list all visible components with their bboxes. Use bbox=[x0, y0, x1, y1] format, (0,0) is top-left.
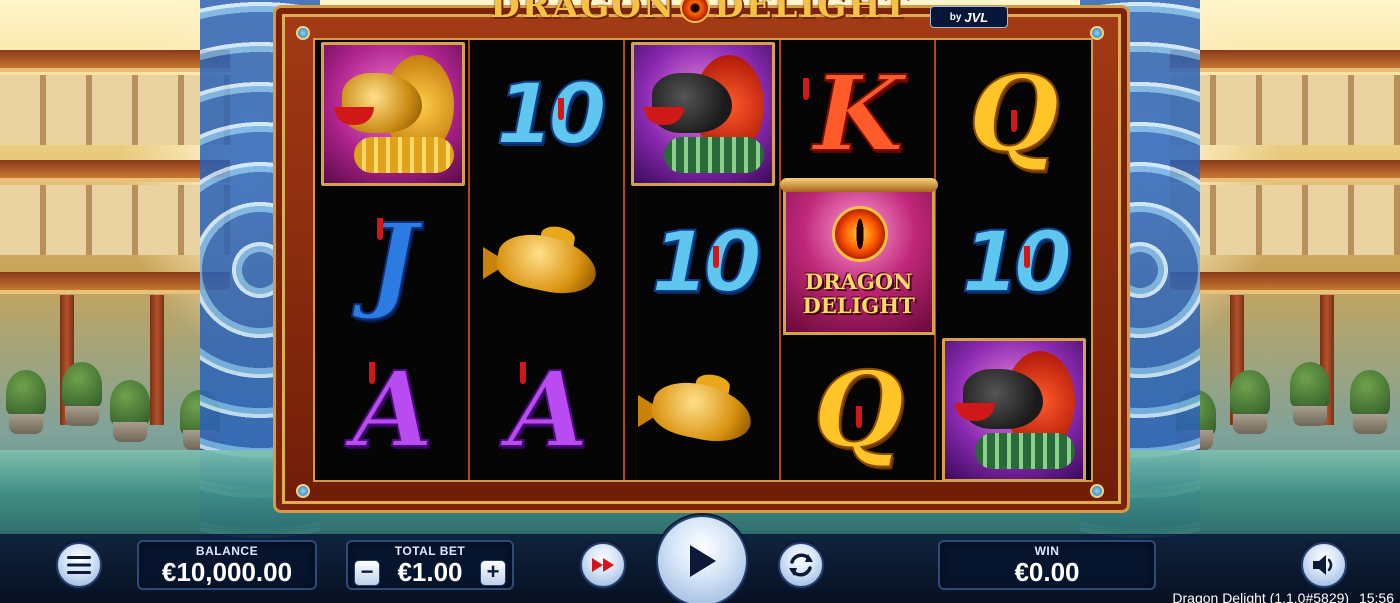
symbol-red-dragon bbox=[936, 336, 1092, 484]
symbol-ten: 10 bbox=[625, 188, 781, 336]
reel-5: Q 10 bbox=[936, 40, 1092, 482]
tassel-icon bbox=[802, 78, 809, 100]
sound-button[interactable] bbox=[1301, 542, 1347, 588]
game-version: Dragon Delight (1.1.0#5829) bbox=[1172, 590, 1350, 603]
symbol-a-letter: A bbox=[352, 348, 435, 471]
tassel-icon bbox=[369, 362, 375, 384]
tassel-icon bbox=[1023, 246, 1030, 268]
tassel-icon bbox=[520, 362, 527, 384]
reel-3: 10 bbox=[625, 40, 781, 480]
play-icon bbox=[690, 545, 716, 577]
reel-4: K DRAGON DELIGHT Q bbox=[779, 40, 938, 480]
symbol-k-letter: K bbox=[812, 52, 904, 175]
symbol-ten-text: 10 bbox=[650, 212, 763, 312]
symbol-ten-text: 10 bbox=[960, 212, 1073, 312]
logo-word-2: DELIGHT bbox=[714, 0, 910, 26]
increase-bet-button[interactable]: + bbox=[480, 560, 506, 586]
provider-badge: by JVL bbox=[930, 6, 1008, 28]
balance-label: BALANCE bbox=[195, 544, 259, 558]
frame-gem-icon bbox=[1090, 484, 1104, 498]
total-bet-label: TOTAL BET bbox=[394, 544, 466, 558]
symbol-ten-text: 10 bbox=[495, 64, 608, 164]
symbol-a: A bbox=[315, 336, 471, 484]
tassel-icon bbox=[1010, 110, 1017, 132]
game-logo: DRAGON DELIGHT bbox=[395, 0, 1005, 26]
symbol-j-letter: J bbox=[367, 200, 418, 323]
dragon-eye-icon bbox=[680, 0, 711, 23]
reel-grid: J A 10 A 10 K DRAGON DELIGHT Q Q 10 bbox=[313, 38, 1093, 482]
total-bet-panel: TOTAL BET €1.00 − + bbox=[346, 540, 514, 590]
symbol-red-dragon bbox=[625, 40, 781, 188]
frame-gem-icon bbox=[296, 484, 310, 498]
tassel-icon bbox=[713, 246, 720, 268]
frame-gem-icon bbox=[296, 26, 310, 40]
symbol-ten: 10 bbox=[470, 40, 626, 188]
red-dragon-icon bbox=[631, 42, 776, 186]
speaker-icon bbox=[1313, 555, 1333, 575]
symbol-ten: 10 bbox=[936, 188, 1092, 336]
reel-1: J A bbox=[315, 40, 471, 480]
golden-fish-icon bbox=[638, 372, 768, 449]
symbol-wild-dragon-delight: DRAGON DELIGHT bbox=[779, 178, 938, 335]
symbol-golden-fish bbox=[625, 336, 781, 484]
temple-left bbox=[0, 40, 230, 460]
temple-right bbox=[1170, 40, 1400, 460]
wild-tile: DRAGON DELIGHT bbox=[779, 178, 938, 335]
gold-dragon-icon bbox=[321, 42, 465, 186]
provider-prefix: by bbox=[949, 11, 962, 23]
hamburger-menu-icon bbox=[67, 556, 91, 574]
fast-spin-button[interactable] bbox=[580, 542, 626, 588]
tassel-icon bbox=[558, 98, 565, 120]
autoplay-button[interactable] bbox=[778, 542, 824, 588]
dragon-eye-icon bbox=[831, 206, 888, 262]
golden-fish-icon bbox=[483, 224, 613, 301]
win-panel: WIN €0.00 bbox=[938, 540, 1156, 590]
symbol-a: A bbox=[470, 336, 626, 484]
refresh-icon bbox=[789, 553, 813, 577]
decrease-bet-button[interactable]: − bbox=[354, 560, 380, 586]
win-label: WIN bbox=[1034, 544, 1060, 558]
reel-2: 10 A bbox=[470, 40, 626, 480]
symbol-gold-dragon bbox=[315, 40, 471, 188]
wild-text: DRAGON DELIGHT bbox=[786, 270, 932, 318]
symbol-q: Q bbox=[781, 336, 937, 484]
clock: 15:56 bbox=[1358, 590, 1394, 603]
balance-panel: BALANCE €10,000.00 bbox=[137, 540, 317, 590]
logo-word-1: DRAGON bbox=[490, 0, 677, 26]
win-value: €0.00 bbox=[1014, 557, 1080, 587]
symbol-q: Q bbox=[936, 40, 1092, 188]
spin-button[interactable] bbox=[656, 515, 748, 603]
fast-forward-icon bbox=[592, 558, 614, 572]
wild-text-line-1: DRAGON bbox=[804, 269, 913, 294]
tassel-icon bbox=[377, 218, 383, 240]
provider-name: JVL bbox=[964, 9, 989, 25]
symbol-j: J bbox=[315, 188, 471, 336]
menu-button[interactable] bbox=[56, 542, 102, 588]
red-dragon-icon bbox=[941, 338, 1086, 482]
footer-info: Dragon Delight (1.1.0#5829) 15:56 bbox=[1172, 590, 1394, 603]
balance-value: €10,000.00 bbox=[161, 557, 293, 587]
wild-text-line-2: DELIGHT bbox=[802, 293, 915, 318]
symbol-golden-fish bbox=[470, 188, 626, 336]
symbol-k: K bbox=[781, 40, 937, 188]
tassel-icon bbox=[855, 406, 862, 428]
